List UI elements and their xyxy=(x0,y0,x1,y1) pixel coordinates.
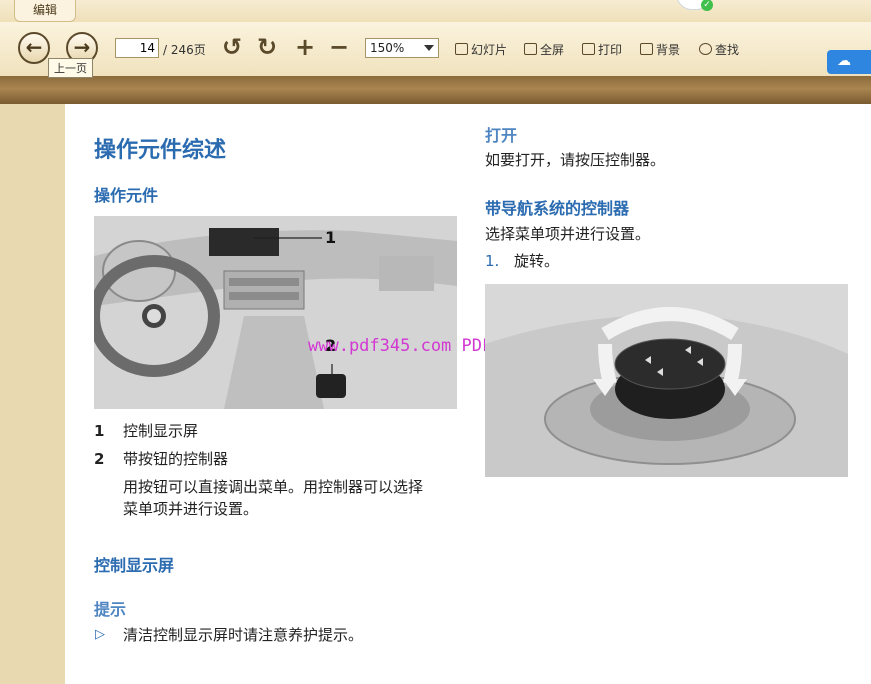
slideshow-icon xyxy=(455,43,468,55)
fullscreen-label: 全屏 xyxy=(540,43,565,57)
rotate-right-icon[interactable]: ↻ xyxy=(257,34,277,60)
tab-label: 编辑 xyxy=(33,3,58,17)
zoom-in-icon[interactable]: + xyxy=(295,34,315,60)
controller-drawing xyxy=(485,284,848,477)
zoom-select[interactable]: 150% xyxy=(365,38,439,58)
open-text: 如要打开，请按压控制器。 xyxy=(485,151,666,169)
slideshow-label: 幻灯片 xyxy=(471,43,508,57)
arrow-left-icon: ← xyxy=(25,35,43,59)
page-total: / 246页 xyxy=(163,43,206,57)
background-label: 背景 xyxy=(656,43,681,57)
tip-heading: 提示 xyxy=(94,600,127,619)
toolbar: ← → / 246页 ↺ ↻ + − 150% 幻灯片 全屏 打印 背景 查找 … xyxy=(0,22,871,76)
slideshow-button[interactable]: 幻灯片 xyxy=(455,41,507,58)
dashboard-drawing xyxy=(94,216,457,409)
item-description: 菜单项并进行设置。 xyxy=(123,500,259,518)
section-heading-display: 控制显示屏 xyxy=(94,556,175,575)
step-number: 1. xyxy=(485,252,500,270)
toolbar-divider-band xyxy=(0,76,871,104)
tip-text: 清洁控制显示屏时请注意养护提示。 xyxy=(123,626,364,644)
fullscreen-button[interactable]: 全屏 xyxy=(524,41,564,58)
open-heading: 打开 xyxy=(485,126,518,145)
controller-image xyxy=(485,284,848,477)
find-button[interactable]: 查找 xyxy=(699,41,739,58)
tab-strip: 编辑 ✓ xyxy=(0,0,871,23)
background-button[interactable]: 背景 xyxy=(640,41,680,58)
item-number: 1 xyxy=(94,422,105,440)
callout-1: 1 xyxy=(325,228,337,247)
check-icon: ✓ xyxy=(701,0,713,11)
item-text: 控制显示屏 xyxy=(123,422,199,440)
prev-page-tooltip: 上一页 xyxy=(48,58,93,78)
cloud-button[interactable]: ☁ xyxy=(827,50,871,74)
document-page: 操作元件综述 操作元件 1 2 www.pdf345.com PDF345 1 … xyxy=(65,104,871,684)
chevron-down-icon xyxy=(424,45,434,51)
step-text: 旋转。 xyxy=(514,252,560,270)
section-heading-controls: 操作元件 xyxy=(94,186,159,205)
prev-page-button[interactable]: ← xyxy=(18,32,50,64)
find-label: 查找 xyxy=(715,43,740,57)
fullscreen-icon xyxy=(524,43,537,55)
printer-icon xyxy=(582,43,595,55)
print-button[interactable]: 打印 xyxy=(582,41,622,58)
search-icon xyxy=(699,43,712,55)
item-number: 2 xyxy=(94,450,105,468)
dashboard-image: 1 2 xyxy=(94,216,457,409)
page-title: 操作元件综述 xyxy=(94,138,227,163)
zoom-value: 150% xyxy=(370,41,405,55)
background-icon xyxy=(640,43,653,55)
item-text: 带按钮的控制器 xyxy=(123,450,229,468)
item-description: 用按钮可以直接调出菜单。用控制器可以选择 xyxy=(123,478,424,496)
page-number-input[interactable] xyxy=(115,38,159,58)
status-badge: ✓ xyxy=(676,0,713,11)
nav-text: 选择菜单项并进行设置。 xyxy=(485,225,651,243)
rotate-left-icon[interactable]: ↺ xyxy=(222,34,242,60)
print-label: 打印 xyxy=(598,43,623,57)
tab-edit[interactable]: 编辑 xyxy=(14,0,77,22)
zoom-out-icon[interactable]: − xyxy=(329,34,349,60)
cloud-icon: ☁ xyxy=(837,53,851,69)
nav-heading: 带导航系统的控制器 xyxy=(485,199,630,218)
bullet-triangle-icon: ▷ xyxy=(95,627,105,642)
arrow-right-icon: → xyxy=(73,35,91,59)
